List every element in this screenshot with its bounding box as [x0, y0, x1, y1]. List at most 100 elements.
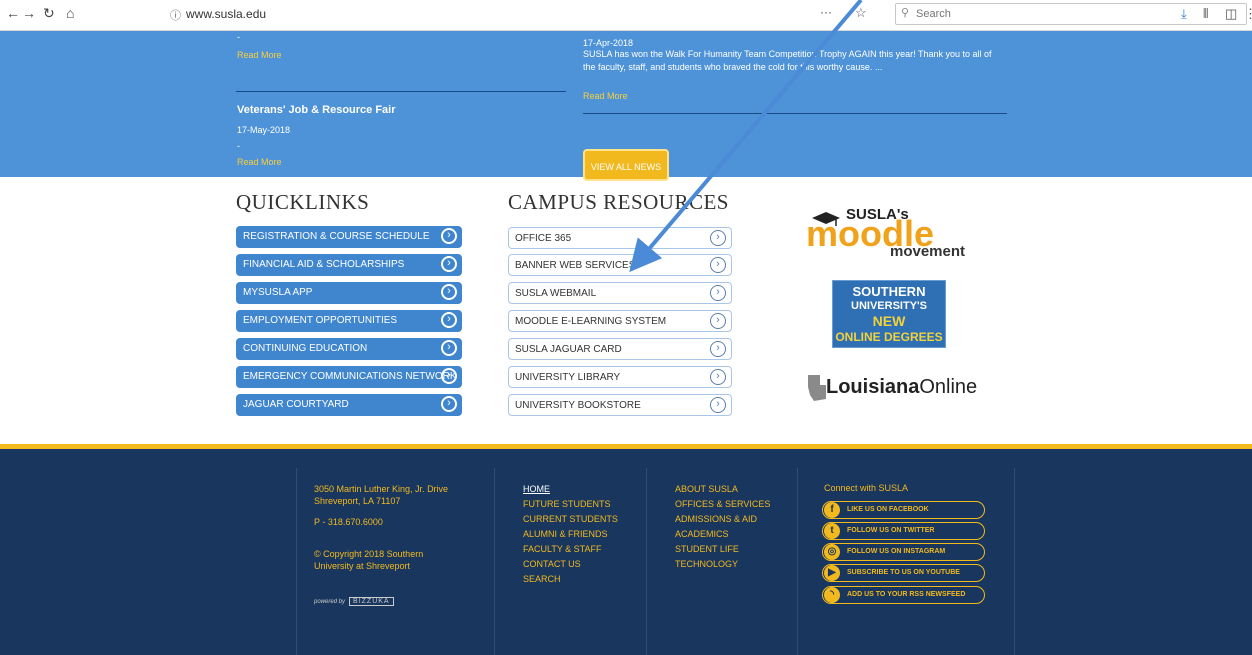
- footer-link-contact[interactable]: CONTACT US: [523, 557, 581, 572]
- footer-column-divider: [1014, 468, 1015, 655]
- social-label: FOLLOW US ON INSTAGRAM: [847, 548, 946, 555]
- page-actions-icon[interactable]: ···: [820, 5, 832, 19]
- moodle-logo-graphic: SUSLA's moodle movement: [806, 206, 965, 260]
- footer-link-faculty[interactable]: FACULTY & STAFF: [523, 542, 602, 557]
- url-text[interactable]: www.susla.edu: [186, 7, 266, 21]
- resource-library[interactable]: UNIVERSITY LIBRARY ›: [508, 366, 732, 388]
- home-icon[interactable]: ⌂: [66, 5, 74, 21]
- bookmark-star-icon[interactable]: ☆: [855, 5, 867, 21]
- quicklink-emergency-network[interactable]: EMERGENCY COMMUNICATIONS NETWORK ›: [236, 366, 462, 388]
- footer-phone: P - 318.670.6000: [314, 517, 383, 527]
- footer-link-search[interactable]: SEARCH: [523, 572, 561, 587]
- youtube-button[interactable]: ▶ SUBSCRIBE TO US ON YOUTUBE: [822, 564, 985, 582]
- footer-link-offices[interactable]: OFFICES & SERVICES: [675, 497, 770, 512]
- resource-label: OFFICE 365: [515, 233, 572, 244]
- louisiana-online-logo[interactable]: LouisianaOnline: [806, 371, 986, 405]
- online-degrees-logo[interactable]: SOUTHERN UNIVERSITY'S NEW ONLINE DEGREES: [832, 280, 946, 348]
- back-icon[interactable]: ←: [6, 5, 20, 21]
- footer-link-student-life[interactable]: STUDENT LIFE: [675, 542, 739, 557]
- resource-bookstore[interactable]: UNIVERSITY BOOKSTORE ›: [508, 394, 732, 416]
- quicklink-jaguar-courtyard[interactable]: JAGUAR COURTYARD ›: [236, 394, 462, 416]
- twitter-icon: t: [824, 523, 840, 539]
- quicklink-employment[interactable]: EMPLOYMENT OPPORTUNITIES ›: [236, 310, 462, 332]
- footer-link-home[interactable]: HOME: [523, 482, 550, 497]
- chevron-right-icon: ›: [441, 368, 457, 384]
- resource-label: BANNER WEB SERVICES: [515, 260, 636, 271]
- footer-column-divider: [797, 468, 798, 655]
- quicklink-mysusla-app[interactable]: MYSUSLA APP ›: [236, 282, 462, 304]
- louisiana-online-text: LouisianaOnline: [826, 376, 977, 399]
- powered-by[interactable]: powered by BIZZUKA: [314, 597, 394, 606]
- reload-icon[interactable]: ↻: [43, 5, 55, 22]
- quicklink-label: REGISTRATION & COURSE SCHEDULE: [243, 231, 430, 242]
- chevron-right-icon: ›: [710, 313, 726, 329]
- chevron-right-icon: ›: [710, 230, 726, 246]
- louisiana-state-icon: [808, 375, 826, 401]
- quicklink-label: EMPLOYMENT OPPORTUNITIES: [243, 315, 398, 326]
- news-divider: [583, 113, 1007, 114]
- footer-link-alumni[interactable]: ALUMNI & FRIENDS: [523, 527, 608, 542]
- forward-icon[interactable]: →: [22, 5, 36, 21]
- chevron-right-icon: ›: [710, 369, 726, 385]
- read-more-link[interactable]: Read More: [237, 50, 282, 60]
- footer-address-line: 3050 Martin Luther King, Jr. Drive: [314, 484, 449, 494]
- resource-moodle[interactable]: MOODLE E-LEARNING SYSTEM ›: [508, 310, 732, 332]
- quicklink-registration[interactable]: REGISTRATION & COURSE SCHEDULE ›: [236, 226, 462, 248]
- footer-link-admissions[interactable]: ADMISSIONS & AID: [675, 512, 757, 527]
- footer-column-divider: [296, 468, 297, 655]
- footer-link-about[interactable]: ABOUT SUSLA: [675, 482, 738, 497]
- download-icon[interactable]: ⤓: [1181, 6, 1187, 22]
- menu-icon[interactable]: ⋮: [1244, 6, 1252, 22]
- news-item-title[interactable]: Veterans' Job & Resource Fair: [237, 104, 396, 116]
- youtube-icon: ▶: [824, 565, 840, 581]
- view-all-news-button[interactable]: VIEW ALL NEWS: [583, 149, 669, 181]
- connect-title: Connect with SUSLA: [824, 483, 909, 493]
- search-input[interactable]: [914, 5, 1238, 23]
- quicklink-label: FINANCIAL AID & SCHOLARSHIPS: [243, 259, 405, 270]
- powered-by-label: powered by: [314, 599, 346, 605]
- rss-icon: ◝: [824, 587, 840, 603]
- resource-jaguar-card[interactable]: SUSLA JAGUAR CARD ›: [508, 338, 732, 360]
- footer-column-divider: [646, 468, 647, 655]
- twitter-button[interactable]: t FOLLOW US ON TWITTER: [822, 522, 985, 540]
- facebook-button[interactable]: f LIKE US ON FACEBOOK: [822, 501, 985, 519]
- instagram-button[interactable]: ◎ FOLLOW US ON INSTAGRAM: [822, 543, 985, 561]
- footer: [0, 449, 1252, 655]
- footer-link-technology[interactable]: TECHNOLOGY: [675, 557, 738, 572]
- louisiana-text-bold: Louisiana: [826, 376, 920, 398]
- library-icon[interactable]: ⫴: [1203, 6, 1208, 22]
- info-icon[interactable]: ⓘ: [170, 7, 181, 23]
- social-label: ADD US TO YOUR RSS NEWSFEED: [847, 591, 966, 598]
- resource-label: UNIVERSITY BOOKSTORE: [515, 400, 641, 411]
- moodle-movement-logo[interactable]: SUSLA's moodle movement: [802, 204, 976, 262]
- bizzuka-logo: BIZZUKA: [349, 597, 394, 606]
- quicklink-label: MYSUSLA APP: [243, 287, 313, 298]
- moodle-sub-text: movement: [890, 243, 965, 260]
- news-item-date: 17-May-2018: [237, 125, 291, 135]
- footer-link-academics[interactable]: ACADEMICS: [675, 527, 729, 542]
- chevron-right-icon: ›: [441, 284, 457, 300]
- news-item-text: SUSLA has won the Walk For Humanity Team…: [583, 49, 992, 72]
- resource-label: SUSLA JAGUAR CARD: [515, 344, 622, 355]
- resource-susla-webmail[interactable]: SUSLA WEBMAIL ›: [508, 282, 732, 304]
- address-bar[interactable]: ⓘ www.susla.edu ··· ☆ ⚲: [150, 3, 1247, 25]
- search-box[interactable]: ⚲: [895, 3, 1247, 25]
- read-more-link[interactable]: Read More: [237, 157, 282, 167]
- read-more-link[interactable]: Read More: [583, 91, 628, 101]
- resource-banner-web[interactable]: BANNER WEB SERVICES ›: [508, 254, 732, 276]
- sidebar-icon[interactable]: ◫: [1225, 6, 1237, 22]
- resource-label: MOODLE E-LEARNING SYSTEM: [515, 316, 667, 327]
- online-text: Online: [919, 376, 978, 398]
- footer-link-future-students[interactable]: FUTURE STUDENTS: [523, 497, 611, 512]
- quicklink-financial-aid[interactable]: FINANCIAL AID & SCHOLARSHIPS ›: [236, 254, 462, 276]
- quicklink-continuing-education[interactable]: CONTINUING EDUCATION ›: [236, 338, 462, 360]
- instagram-icon: ◎: [824, 544, 840, 560]
- logo-line: ONLINE DEGREES: [835, 330, 943, 344]
- footer-link-current-students[interactable]: CURRENT STUDENTS: [523, 512, 618, 527]
- chevron-right-icon: ›: [441, 228, 457, 244]
- quicklink-label: CONTINUING EDUCATION: [243, 343, 368, 354]
- rss-button[interactable]: ◝ ADD US TO YOUR RSS NEWSFEED: [822, 586, 985, 604]
- logo-line: SOUTHERN: [852, 284, 926, 299]
- resource-office-365[interactable]: OFFICE 365 ›: [508, 227, 732, 249]
- chevron-right-icon: ›: [710, 257, 726, 273]
